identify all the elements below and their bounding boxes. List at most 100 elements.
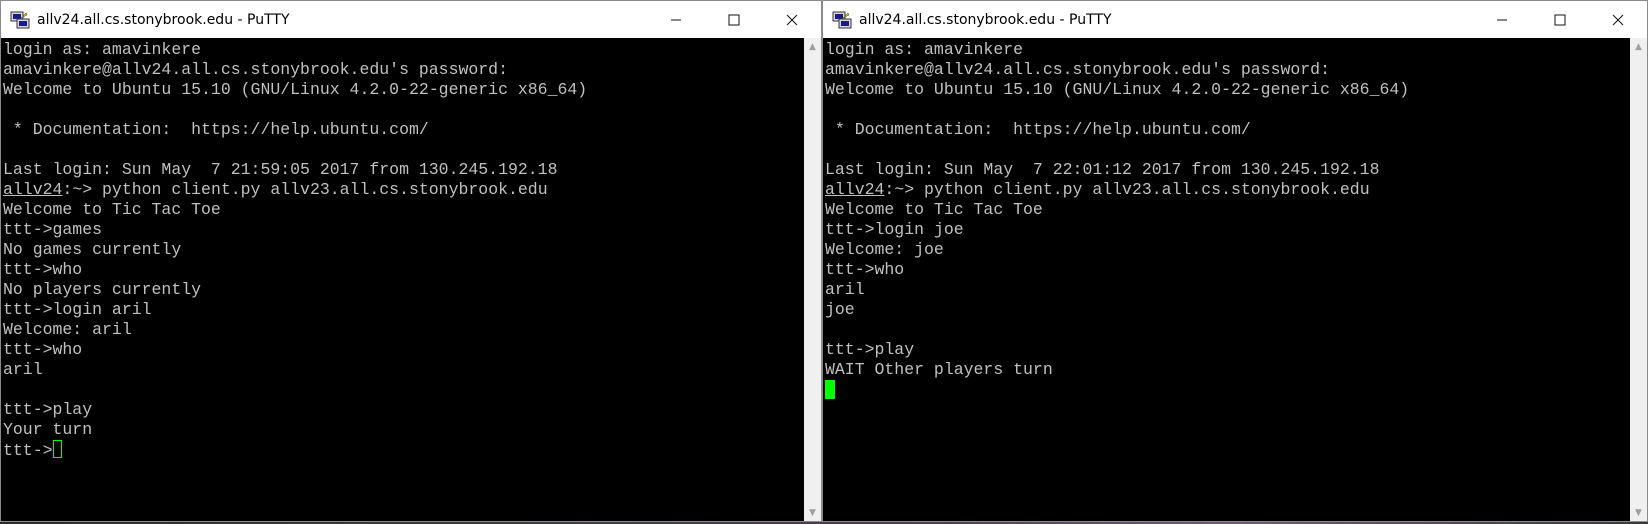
close-icon (1612, 14, 1624, 25)
hostname-prompt: allv24 (3, 180, 63, 199)
terminal-line: Welcome to Tic Tac Toe (825, 200, 1630, 220)
terminal-line: Your turn (3, 420, 804, 440)
minimize-button[interactable] (647, 1, 705, 38)
terminal-line-text: WAIT Other players turn (825, 360, 1053, 379)
terminal-line-text: Welcome: aril (3, 320, 132, 339)
terminal-output: login as: amavinkere amavinkere@allv24.al… (823, 38, 1630, 400)
terminal-line-text: amavinkere@allv24.all.cs.stonybrook.edu'… (3, 60, 508, 79)
terminal-line: Welcome to Ubuntu 15.10 (GNU/Linux 4.2.0… (825, 80, 1630, 100)
hostname-prompt: allv24 (825, 180, 885, 199)
terminal-line-text: ttt->login joe (825, 220, 964, 239)
scroll-up-arrow-icon[interactable]: ▲ (1630, 38, 1647, 55)
title-bar[interactable]: allv24.all.cs.stonybrook.edu - PuTTY (823, 1, 1647, 38)
terminal-line: joe (825, 300, 1630, 320)
putty-window-left[interactable]: allv24.all.cs.stonybrook.edu - PuTTY log… (0, 0, 822, 522)
putty-icon[interactable] (831, 9, 853, 31)
terminal-output: login as: amavinkere amavinkere@allv24.al… (1, 38, 804, 460)
window-controls (647, 1, 821, 38)
terminal-line-text: login as: amavinkere (3, 40, 202, 59)
window-title: allv24.all.cs.stonybrook.edu - PuTTY (859, 11, 1112, 28)
terminal-line: No players currently (3, 280, 804, 300)
terminal-line-text: amavinkere@allv24.all.cs.stonybrook.edu'… (825, 60, 1330, 79)
terminal-line: ttt->login joe (825, 220, 1630, 240)
terminal-line-text: No games currently (3, 240, 182, 259)
terminal-line: ttt-> (3, 440, 804, 460)
scroll-down-arrow-icon[interactable]: ▼ (804, 504, 821, 521)
terminal-line: ttt->games (3, 220, 804, 240)
terminal-line: Welcome to Ubuntu 15.10 (GNU/Linux 4.2.0… (3, 80, 804, 100)
terminal-line-text: Last login: Sun May 7 21:59:05 2017 from… (3, 160, 558, 179)
terminal-area[interactable]: login as: amavinkere amavinkere@allv24.al… (1, 38, 804, 521)
terminal-area[interactable]: login as: amavinkere amavinkere@allv24.al… (823, 38, 1630, 521)
terminal-line: Welcome: aril (3, 320, 804, 340)
terminal-line: amavinkere@allv24.all.cs.stonybrook.edu'… (3, 60, 804, 80)
terminal-line: allv24:~> python client.py allv23.all.cs… (3, 180, 804, 200)
terminal-line-text: Welcome: joe (825, 240, 944, 259)
terminal-line: login as: amavinkere (3, 40, 804, 60)
scroll-up-arrow-icon[interactable]: ▲ (804, 38, 821, 55)
terminal-line-text: joe (825, 300, 855, 319)
terminal-line-text: :~> python client.py allv23.all.cs.stony… (62, 180, 548, 199)
terminal-line: ttt->login aril (3, 300, 804, 320)
terminal-line: ttt->who (825, 260, 1630, 280)
terminal-line: WAIT Other players turn (825, 360, 1630, 380)
terminal-line: Welcome to Tic Tac Toe (3, 200, 804, 220)
close-icon (786, 14, 798, 25)
terminal-line-text: :~> python client.py allv23.all.cs.stony… (884, 180, 1370, 199)
close-button[interactable] (1589, 1, 1647, 38)
terminal-line: ttt->who (3, 340, 804, 360)
minimize-icon (671, 19, 681, 20)
window-title: allv24.all.cs.stonybrook.edu - PuTTY (37, 11, 290, 28)
terminal-cursor (52, 440, 62, 458)
scroll-down-arrow-icon[interactable]: ▼ (1630, 504, 1647, 521)
terminal-line: ttt->play (825, 340, 1630, 360)
terminal-line: ttt->play (3, 400, 804, 420)
putty-icon[interactable] (9, 9, 31, 31)
maximize-icon (728, 14, 740, 25)
terminal-line-text: ttt->play (825, 340, 915, 359)
terminal-line: * Documentation: https://help.ubuntu.com… (825, 120, 1630, 140)
terminal-line: ttt->who (3, 260, 804, 280)
terminal-line: No games currently (3, 240, 804, 260)
vertical-scrollbar[interactable]: ▲ ▼ (804, 38, 821, 521)
terminal-line (825, 380, 1630, 400)
terminal-line-text: ttt->who (3, 340, 83, 359)
terminal-line-text: Last login: Sun May 7 22:01:12 2017 from… (825, 160, 1380, 179)
title-bar[interactable]: allv24.all.cs.stonybrook.edu - PuTTY (1, 1, 821, 38)
close-button[interactable] (763, 1, 821, 38)
terminal-line: amavinkere@allv24.all.cs.stonybrook.edu'… (825, 60, 1630, 80)
terminal-cursor (825, 380, 835, 399)
terminal-line-text: No players currently (3, 280, 202, 299)
terminal-line-text: Welcome to Ubuntu 15.10 (GNU/Linux 4.2.0… (3, 80, 588, 99)
terminal-line-text: login as: amavinkere (825, 40, 1024, 59)
terminal-line: Last login: Sun May 7 21:59:05 2017 from… (3, 160, 804, 180)
terminal-line: login as: amavinkere (825, 40, 1630, 60)
terminal-line: aril (3, 360, 804, 380)
terminal-line: Last login: Sun May 7 22:01:12 2017 from… (825, 160, 1630, 180)
terminal-line: aril (825, 280, 1630, 300)
terminal-line-text: Welcome to Tic Tac Toe (825, 200, 1043, 219)
terminal-line: * Documentation: https://help.ubuntu.com… (3, 120, 804, 140)
terminal-line-text: ttt->login aril (3, 300, 152, 319)
terminal-line-text: aril (3, 360, 43, 379)
putty-window-right[interactable]: allv24.all.cs.stonybrook.edu - PuTTY log… (822, 0, 1648, 522)
terminal-line-text: Your turn (3, 420, 93, 439)
maximize-button[interactable] (705, 1, 763, 38)
terminal-line-text: * Documentation: https://help.ubuntu.com… (825, 120, 1251, 139)
window-controls (1473, 1, 1647, 38)
terminal-line-text: aril (825, 280, 865, 299)
minimize-button[interactable] (1473, 1, 1531, 38)
terminal-line-text: Welcome to Ubuntu 15.10 (GNU/Linux 4.2.0… (825, 80, 1410, 99)
maximize-button[interactable] (1531, 1, 1589, 38)
maximize-icon (1554, 14, 1566, 25)
vertical-scrollbar[interactable]: ▲ ▼ (1630, 38, 1647, 521)
terminal-line: Welcome: joe (825, 240, 1630, 260)
terminal-line-text: Welcome to Tic Tac Toe (3, 200, 221, 219)
terminal-line-text: ttt->play (3, 400, 93, 419)
